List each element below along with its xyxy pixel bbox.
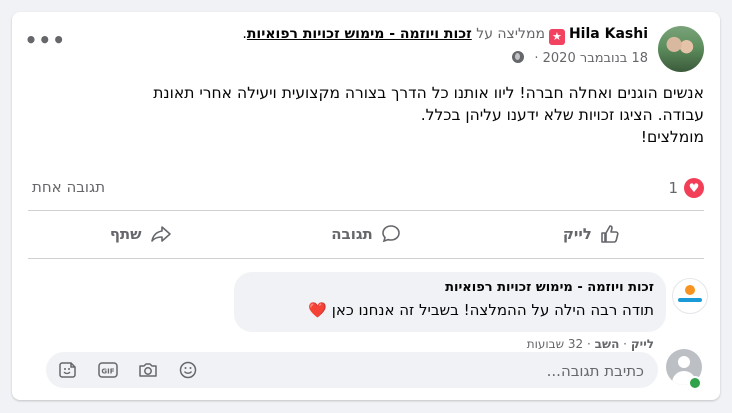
share-button[interactable]: שתף bbox=[28, 212, 253, 256]
avatar-head bbox=[678, 356, 690, 368]
comment-label: תגובה bbox=[331, 225, 373, 243]
divider bbox=[28, 258, 704, 259]
share-arrow-icon bbox=[150, 226, 171, 242]
comment-button[interactable]: תגובה bbox=[253, 212, 478, 256]
dot-separator: · bbox=[623, 337, 627, 351]
recommend-star-icon: ★ bbox=[548, 29, 565, 45]
reply-like-link[interactable]: לייק bbox=[631, 337, 654, 351]
post-text-line: אנשים הוגנים ואחלה חברה! ליוו אותנו כל ה… bbox=[153, 84, 704, 102]
reply-text: תודה רבה הילה על ההמלצה! בשביל זה אנחנו … bbox=[308, 301, 654, 319]
emoji-icon[interactable] bbox=[176, 358, 200, 382]
comment-bubble-icon bbox=[381, 225, 400, 243]
like-label: לייק bbox=[562, 225, 592, 243]
post-text-line: עבודה. הציגו זכויות שלא ידענו עליהן בכלל… bbox=[420, 106, 704, 124]
page-avatar[interactable] bbox=[672, 278, 708, 314]
post-date[interactable]: 18 בנובמבר 2020 bbox=[543, 51, 648, 66]
dot-separator: · bbox=[587, 337, 591, 351]
author-avatar[interactable] bbox=[658, 26, 704, 72]
dot-separator: · bbox=[534, 51, 539, 66]
comment-count[interactable]: תגובה אחת bbox=[32, 178, 105, 196]
divider bbox=[28, 210, 704, 211]
reply-author[interactable]: זכות ויוזמה - מימוש זכויות רפואיות bbox=[445, 280, 654, 295]
gif-icon[interactable]: GIF bbox=[96, 358, 120, 382]
like-button[interactable]: לייק bbox=[479, 212, 704, 256]
post-text-line: מומלצים! bbox=[640, 128, 704, 146]
thumbs-up-icon bbox=[601, 225, 619, 243]
heart-reaction-icon: ♥ bbox=[684, 178, 704, 198]
online-status-dot bbox=[688, 376, 702, 390]
share-label: שתף bbox=[109, 225, 142, 243]
camera-icon[interactable] bbox=[136, 358, 160, 382]
reply-bubble: זכות ויוזמה - מימוש זכויות רפואיות תודה … bbox=[234, 272, 666, 332]
post-meta: 18 בנובמבר 2020 · bbox=[512, 51, 648, 66]
author-name[interactable]: Hila Kashi bbox=[569, 26, 648, 42]
page-logo-text bbox=[678, 298, 702, 302]
page-logo-figure bbox=[685, 285, 695, 295]
more-options-button[interactable]: ••• bbox=[25, 30, 66, 58]
post-header: Hila Kashi★ממליצה על זכות ויוזמה - מימוש… bbox=[242, 26, 648, 45]
reply-time[interactable]: 32 שבועות bbox=[527, 337, 583, 351]
svg-text:GIF: GIF bbox=[101, 368, 114, 376]
reactions-summary[interactable]: ♥ 1 bbox=[668, 176, 704, 200]
recommends-label: ממליצה על bbox=[476, 26, 545, 42]
post-text: אנשים הוגנים ואחלה חברה! ליוו אותנו כל ה… bbox=[24, 82, 704, 148]
action-bar: לייק תגובה שתף bbox=[28, 212, 704, 256]
reply-meta: לייק · השב · 32 שבועות bbox=[527, 337, 654, 351]
reply-body: תודה רבה הילה על ההמלצה! בשביל זה אנחנו … bbox=[331, 301, 654, 319]
post-card: Hila Kashi★ממליצה על זכות ויוזמה - מימוש… bbox=[12, 12, 720, 400]
reply-reply-link[interactable]: השב bbox=[595, 337, 620, 351]
composer-icons: GIF bbox=[56, 358, 200, 382]
globe-icon[interactable] bbox=[512, 51, 525, 63]
heart-emoji-icon: ❤️ bbox=[308, 301, 327, 319]
sticker-icon[interactable] bbox=[56, 358, 80, 382]
recommended-page-link[interactable]: זכות ויוזמה - מימוש זכויות רפואיות bbox=[247, 26, 472, 42]
reaction-count: 1 bbox=[668, 179, 678, 197]
comment-composer: GIF bbox=[46, 352, 658, 390]
comment-input[interactable] bbox=[312, 352, 646, 390]
